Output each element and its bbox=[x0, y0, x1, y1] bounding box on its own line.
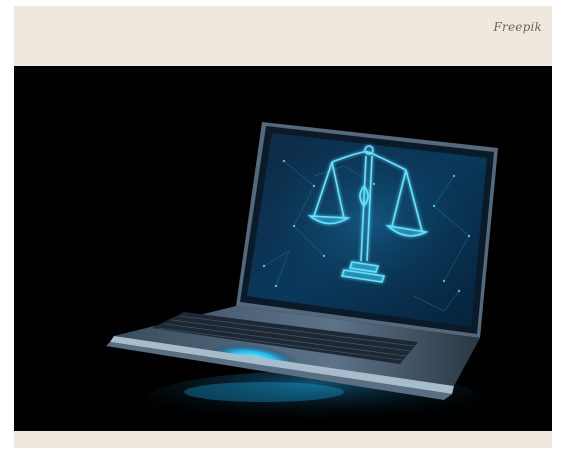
glow-reflection bbox=[184, 382, 344, 402]
credit-text[interactable]: Freepik bbox=[494, 20, 542, 34]
laptop-photo bbox=[14, 66, 552, 431]
laptop-lid bbox=[236, 122, 498, 338]
image-card: Freepik bbox=[14, 6, 552, 448]
